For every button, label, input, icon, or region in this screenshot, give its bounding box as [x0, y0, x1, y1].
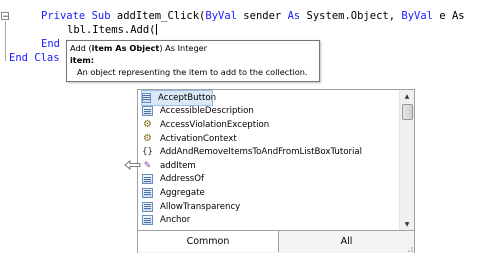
completion-item[interactable]: ⚙ AccessViolationException [142, 118, 269, 132]
completion-item-label: Aggregate [160, 187, 205, 198]
parameter-info-tooltip: Add (item As Object) As Integer item: An… [66, 40, 320, 82]
property-icon [142, 174, 153, 185]
resize-grip-icon[interactable] [405, 244, 413, 252]
class-icon: ⚙ [143, 118, 152, 130]
property-icon [142, 92, 151, 103]
vertical-scrollbar[interactable]: ▲ ▼ [399, 90, 414, 230]
pointer-arrow-icon [124, 160, 141, 170]
scroll-down-button[interactable]: ▼ [400, 218, 414, 230]
completion-items[interactable]: AcceptButton AccessibleDescription ⚙ Access… [138, 90, 399, 230]
completion-item[interactable]: Aggregate [142, 186, 205, 200]
outline-guide-line [5, 21, 6, 61]
completion-item[interactable]: AcceptButton [141, 90, 216, 106]
completion-item[interactable]: AllowTransparency [142, 200, 240, 214]
current-parameter: item As Object [91, 43, 160, 53]
completion-item[interactable]: ⚙ ActivationContext [142, 132, 237, 146]
completion-item[interactable]: ✎ addItem [142, 159, 196, 173]
scroll-thumb[interactable] [402, 104, 413, 120]
tab-all[interactable]: All [279, 231, 414, 252]
completion-item-label: addItem [160, 160, 196, 171]
code-line-2[interactable]: lbl.Items.Add( [67, 24, 157, 37]
intellisense-list[interactable]: AcceptButton AccessibleDescription ⚙ Access… [137, 89, 415, 253]
signature-line: Add (item As Object) As Integer [70, 43, 208, 53]
property-icon [142, 215, 153, 226]
completion-item-label: AccessViolationException [160, 119, 270, 130]
completion-item-label: Anchor [160, 215, 191, 226]
class-icon: ⚙ [143, 132, 152, 144]
method-icon: ✎ [143, 160, 152, 171]
property-icon [142, 106, 153, 117]
completion-item[interactable]: {} AddAndRemoveItemsToAndFromListBoxTutor… [142, 145, 362, 159]
collapse-toggle[interactable]: − [1, 12, 10, 22]
code-line-1[interactable]: Private Sub addItem_Click(ByVal sender A… [41, 10, 465, 23]
completion-item-label: AccessibleDescription [160, 106, 254, 117]
completion-item-label: AddressOf [160, 174, 205, 185]
parameter-name: item: [70, 55, 95, 65]
completion-item[interactable]: AccessibleDescription [142, 105, 254, 119]
text-cursor [155, 24, 157, 35]
completion-item-label: AddAndRemoveItemsToAndFromListBoxTutoria… [160, 147, 363, 158]
code-line-4[interactable]: End Clas [9, 52, 60, 65]
completion-item[interactable]: AddressOf [142, 173, 204, 187]
completion-tabs: Common All [138, 230, 414, 253]
parameter-description: An object representing the item to add t… [77, 67, 308, 77]
tab-common[interactable]: Common [138, 231, 279, 252]
keyword: Private Sub [41, 10, 111, 22]
code-line-3[interactable]: End [41, 38, 60, 51]
scroll-up-button[interactable]: ▲ [400, 90, 414, 102]
namespace-icon: {} [142, 147, 153, 158]
completion-item-label: AcceptButton [158, 92, 217, 103]
property-icon [142, 201, 153, 212]
completion-item-label: AllowTransparency [160, 201, 241, 212]
completion-item[interactable]: Anchor [142, 213, 190, 227]
completion-item-label: ActivationContext [160, 133, 237, 144]
property-icon [142, 187, 153, 198]
